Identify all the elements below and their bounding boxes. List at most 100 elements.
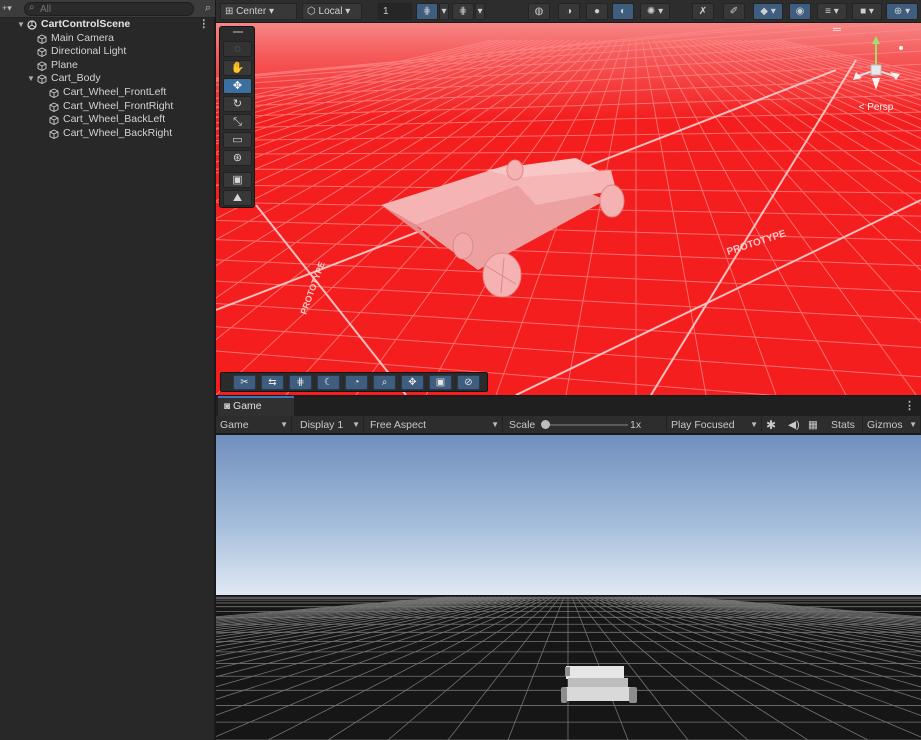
- overlay-orbit-button[interactable]: ◔: [345, 375, 368, 390]
- game-viewport-render: [216, 435, 921, 740]
- overlay-search-button[interactable]: ⌕: [373, 375, 396, 390]
- scale-tool-button[interactable]: ⤡: [223, 114, 252, 130]
- drag-handle-icon[interactable]: [233, 31, 243, 33]
- hierarchy-item[interactable]: Cart_Wheel_BackLeft: [0, 113, 215, 127]
- pivot-mode-dropdown[interactable]: ⊞ Center ▾: [220, 3, 297, 20]
- add-menu-icon[interactable]: +▾: [2, 3, 12, 14]
- orbit-icon: ◔: [353, 377, 360, 388]
- compass-icon: ⊘: [464, 377, 473, 388]
- hierarchy-scene-row[interactable]: ▼ CartControlScene ⋮: [0, 18, 215, 32]
- increment-snap-dropdown[interactable]: ▾: [475, 3, 485, 20]
- overlay-camera-button[interactable]: ▣: [429, 375, 452, 390]
- game-view[interactable]: [216, 435, 921, 740]
- layers-dropdown[interactable]: ◆ ▾: [753, 3, 783, 20]
- hierarchy-search-input[interactable]: [40, 3, 190, 15]
- transform-tool-button[interactable]: ⊛: [223, 150, 252, 166]
- scale-slider-handle[interactable]: [541, 420, 550, 429]
- scene-toolbar: ⊞ Center ▾ ⬡ Local ▾ 1 ⋕ ▾ ⋕ ▾ ◍ ◑ ● ◐ ✺…: [216, 0, 921, 23]
- scene-camera-dropdown[interactable]: ■ ▾: [852, 3, 882, 20]
- scene-overlay-menu-icon[interactable]: ═: [833, 24, 841, 36]
- fold-arrow-icon[interactable]: ▼: [27, 72, 35, 86]
- game-tab-menu-icon[interactable]: ⋮: [904, 399, 915, 412]
- grid-snap-value-field[interactable]: 1: [378, 3, 412, 20]
- perspective-label[interactable]: < Persp: [848, 102, 904, 113]
- play-mode-dropdown[interactable]: Play Focused ▼: [666, 416, 762, 434]
- hierarchy-item[interactable]: Cart_Wheel_FrontLeft: [0, 86, 215, 100]
- gameobject-cube-icon: [49, 102, 59, 112]
- aspect-dropdown[interactable]: Free Aspect ▼: [366, 416, 503, 434]
- overlay-move-button[interactable]: ✥: [401, 375, 424, 390]
- display-dropdown[interactable]: Display 1 ▼: [296, 416, 364, 434]
- hierarchy-search-field[interactable]: ⌕: [24, 2, 194, 16]
- gameobject-cube-icon: [49, 115, 59, 126]
- bug-icon[interactable]: ✱: [766, 416, 776, 434]
- overlay-edit-collider-button[interactable]: ✂: [233, 375, 256, 390]
- pivot-rotation-dropdown[interactable]: ⬡ Local ▾: [302, 3, 362, 20]
- draw-mode-button[interactable]: ◍: [528, 3, 550, 20]
- rect-tool-button[interactable]: ▭: [223, 132, 252, 148]
- hand-tool-button[interactable]: ✋: [223, 60, 252, 76]
- visibility-toggle[interactable]: ◉: [789, 3, 811, 20]
- shading-mode-button[interactable]: ◑: [558, 3, 580, 20]
- overlay-grid-button[interactable]: ⋕: [289, 375, 312, 390]
- gizmos-dropdown[interactable]: ⊕ ▾: [886, 3, 918, 20]
- move-icon: ✥: [408, 377, 417, 388]
- pivot-icon: ⊞: [225, 6, 237, 17]
- audio-toggle[interactable]: ✗: [692, 3, 714, 20]
- wireframe-toggle[interactable]: ◐: [612, 3, 634, 20]
- increment-snap-toggle[interactable]: ⋕: [452, 3, 474, 20]
- tab-game[interactable]: ◙ Game: [218, 396, 294, 416]
- scene-settings-dropdown[interactable]: ≡ ▾: [817, 3, 847, 20]
- chevron-down-icon: ▼: [280, 420, 288, 429]
- orientation-gizmo[interactable]: < Persp: [848, 34, 904, 118]
- overlay-navigation-button[interactable]: ⇆: [261, 375, 284, 390]
- hierarchy-item[interactable]: Main Camera: [0, 32, 215, 46]
- moon-icon: ◐: [619, 6, 627, 17]
- game-mode-dropdown[interactable]: Game ▼: [216, 416, 292, 434]
- navigation-icon: ⇆: [268, 377, 277, 388]
- keyboard-icon[interactable]: ▦: [808, 416, 818, 434]
- shaded-sphere-icon: ◑: [565, 6, 573, 17]
- camera-icon: ■ ▾: [860, 6, 874, 17]
- hierarchy-item[interactable]: Directional Light: [0, 45, 215, 59]
- scene-viewport-render: PROTOTYPE PROTOTYPE: [216, 0, 921, 395]
- scene-bottom-overlay-toolbar: ✂ ⇆ ⋕ ☾ ◔ ⌕ ✥ ▣ ⊘: [220, 372, 488, 392]
- chevron-down-icon: ▾: [477, 6, 483, 17]
- gameobject-cube-icon: [37, 47, 47, 58]
- overlay-compass-button[interactable]: ⊘: [457, 375, 480, 390]
- custom-tool-button[interactable]: ▣: [223, 172, 252, 188]
- hierarchy-item[interactable]: Plane: [0, 59, 215, 73]
- audio-icon[interactable]: ◀): [788, 416, 800, 434]
- moon-icon: ☾: [324, 377, 333, 388]
- grid-snap-icon: ⋕: [422, 6, 432, 17]
- gameobject-cube-icon: [37, 61, 47, 71]
- component-tool-button[interactable]: ⛰: [223, 190, 252, 206]
- fold-arrow-icon[interactable]: ▼: [17, 18, 25, 32]
- gizmos-dropdown-game[interactable]: Gizmos ▼: [862, 416, 921, 434]
- game-mode-label: Game: [220, 419, 249, 431]
- grid-snap-dropdown[interactable]: ▾: [439, 3, 449, 20]
- grid-snap-toggle[interactable]: ⋕: [416, 3, 438, 20]
- move-arrows-icon: ✥: [232, 80, 243, 92]
- local-cube-icon: ⬡: [307, 6, 319, 17]
- move-tool-button[interactable]: ✥: [223, 78, 252, 94]
- overlay-moon-button[interactable]: ☾: [317, 375, 340, 390]
- axis-gizmo-icon: [853, 36, 903, 90]
- scene-search-icon[interactable]: ⌕: [205, 2, 211, 15]
- hierarchy-item[interactable]: Cart_Wheel_FrontRight: [0, 100, 215, 114]
- 2d-toggle[interactable]: ✐: [723, 3, 745, 20]
- view-tool-button[interactable]: ◌: [223, 41, 252, 57]
- hierarchy-item[interactable]: ▼ Cart_Body: [0, 72, 215, 86]
- hierarchy-item-label: Cart_Wheel_FrontLeft: [63, 85, 167, 98]
- lighting-toggle[interactable]: ●: [586, 3, 608, 20]
- scale-slider-track[interactable]: [546, 424, 628, 426]
- search-icon: ⌕: [29, 2, 35, 13]
- display-label: Display 1: [300, 419, 344, 431]
- hierarchy-item[interactable]: Cart_Wheel_BackRight: [0, 127, 215, 141]
- rotate-tool-button[interactable]: ↻: [223, 96, 252, 112]
- scene-fx-dropdown[interactable]: ✺ ▾: [640, 3, 670, 20]
- stats-button[interactable]: Stats: [831, 416, 855, 434]
- scene-menu-icon[interactable]: ⋮: [199, 18, 210, 32]
- mute-icon: ✗: [698, 6, 708, 17]
- scene-view[interactable]: PROTOTYPE PROTOTYPE: [216, 0, 921, 395]
